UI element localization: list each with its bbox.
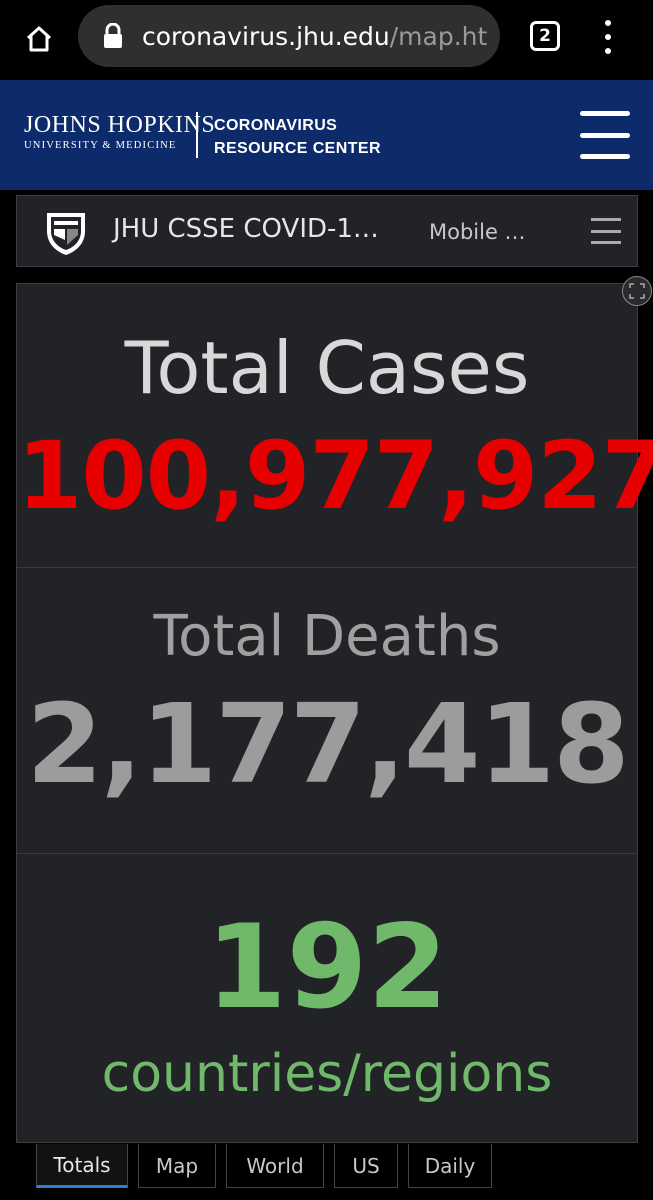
resource-center-title-line2: RESOURCE CENTER [214, 140, 381, 157]
kebab-dot-icon [605, 48, 611, 54]
total-deaths-label: Total Deaths [153, 604, 501, 669]
totals-panel: Total Cases 100,977,927 Total Deaths 2,1… [16, 283, 653, 1143]
url-text: coronavirus.jhu.edu/map.ht [142, 22, 487, 51]
countries-section: 192 countries/regions [17, 854, 637, 1142]
tab-totals[interactable]: Totals [36, 1144, 128, 1188]
hamburger-line-icon [591, 218, 621, 221]
hamburger-line-icon [580, 132, 630, 138]
jhu-logo-sub: UNIVERSITY & MEDICINE [24, 140, 177, 151]
hamburger-line-icon [591, 241, 621, 244]
site-menu-button[interactable] [580, 111, 630, 159]
home-button[interactable] [18, 18, 60, 60]
dashboard-menu-button[interactable] [591, 218, 621, 244]
hamburger-line-icon [591, 229, 621, 233]
total-cases-label: Total Cases [124, 326, 530, 410]
tab-world[interactable]: World [226, 1144, 324, 1188]
kebab-dot-icon [605, 20, 611, 26]
resource-center-title-line1: CORONAVIRUS [214, 117, 338, 134]
hamburger-line-icon [580, 154, 630, 159]
dashboard-tabs: Totals Map World US Daily [36, 1144, 502, 1188]
jhu-site-header: JOHNS HOPKINS UNIVERSITY & MEDICINE CORO… [0, 80, 653, 190]
jhu-shield-icon [47, 213, 85, 255]
dashboard-title: JHU CSSE COVID-1… [113, 214, 379, 244]
dashboard-header: JHU CSSE COVID-1… Mobile … [16, 195, 638, 267]
address-bar[interactable]: coronavirus.jhu.edu/map.ht [78, 5, 500, 67]
tab-daily[interactable]: Daily [408, 1144, 492, 1188]
total-deaths-value: 2,177,418 [26, 680, 629, 808]
total-cases-value: 100,977,927 [17, 422, 653, 531]
dashboard-subtitle: Mobile … [429, 220, 526, 244]
browser-toolbar: coronavirus.jhu.edu/map.ht 2 [0, 0, 653, 80]
lock-icon [104, 23, 122, 48]
browser-menu-button[interactable] [596, 20, 620, 54]
jhu-logo[interactable]: JOHNS HOPKINS UNIVERSITY & MEDICINE [24, 112, 215, 151]
total-deaths-section: Total Deaths 2,177,418 [17, 568, 637, 854]
resource-center-title[interactable]: CORONAVIRUS RESOURCE CENTER [214, 114, 381, 160]
expand-icon [629, 283, 645, 299]
expand-panel-button[interactable] [622, 276, 652, 306]
tab-map[interactable]: Map [138, 1144, 216, 1188]
kebab-dot-icon [605, 34, 611, 40]
home-icon [26, 26, 52, 52]
header-divider [196, 112, 198, 158]
url-domain: coronavirus.jhu.edu [142, 21, 390, 51]
tab-us[interactable]: US [334, 1144, 398, 1188]
countries-label: countries/regions [101, 1044, 553, 1104]
tab-switcher-button[interactable]: 2 [530, 21, 560, 51]
url-path: /map.ht [389, 21, 488, 51]
jhu-logo-main: JOHNS HOPKINS [24, 112, 216, 138]
countries-count: 192 [205, 900, 449, 1035]
hamburger-line-icon [580, 111, 630, 116]
total-cases-section: Total Cases 100,977,927 [17, 284, 653, 568]
